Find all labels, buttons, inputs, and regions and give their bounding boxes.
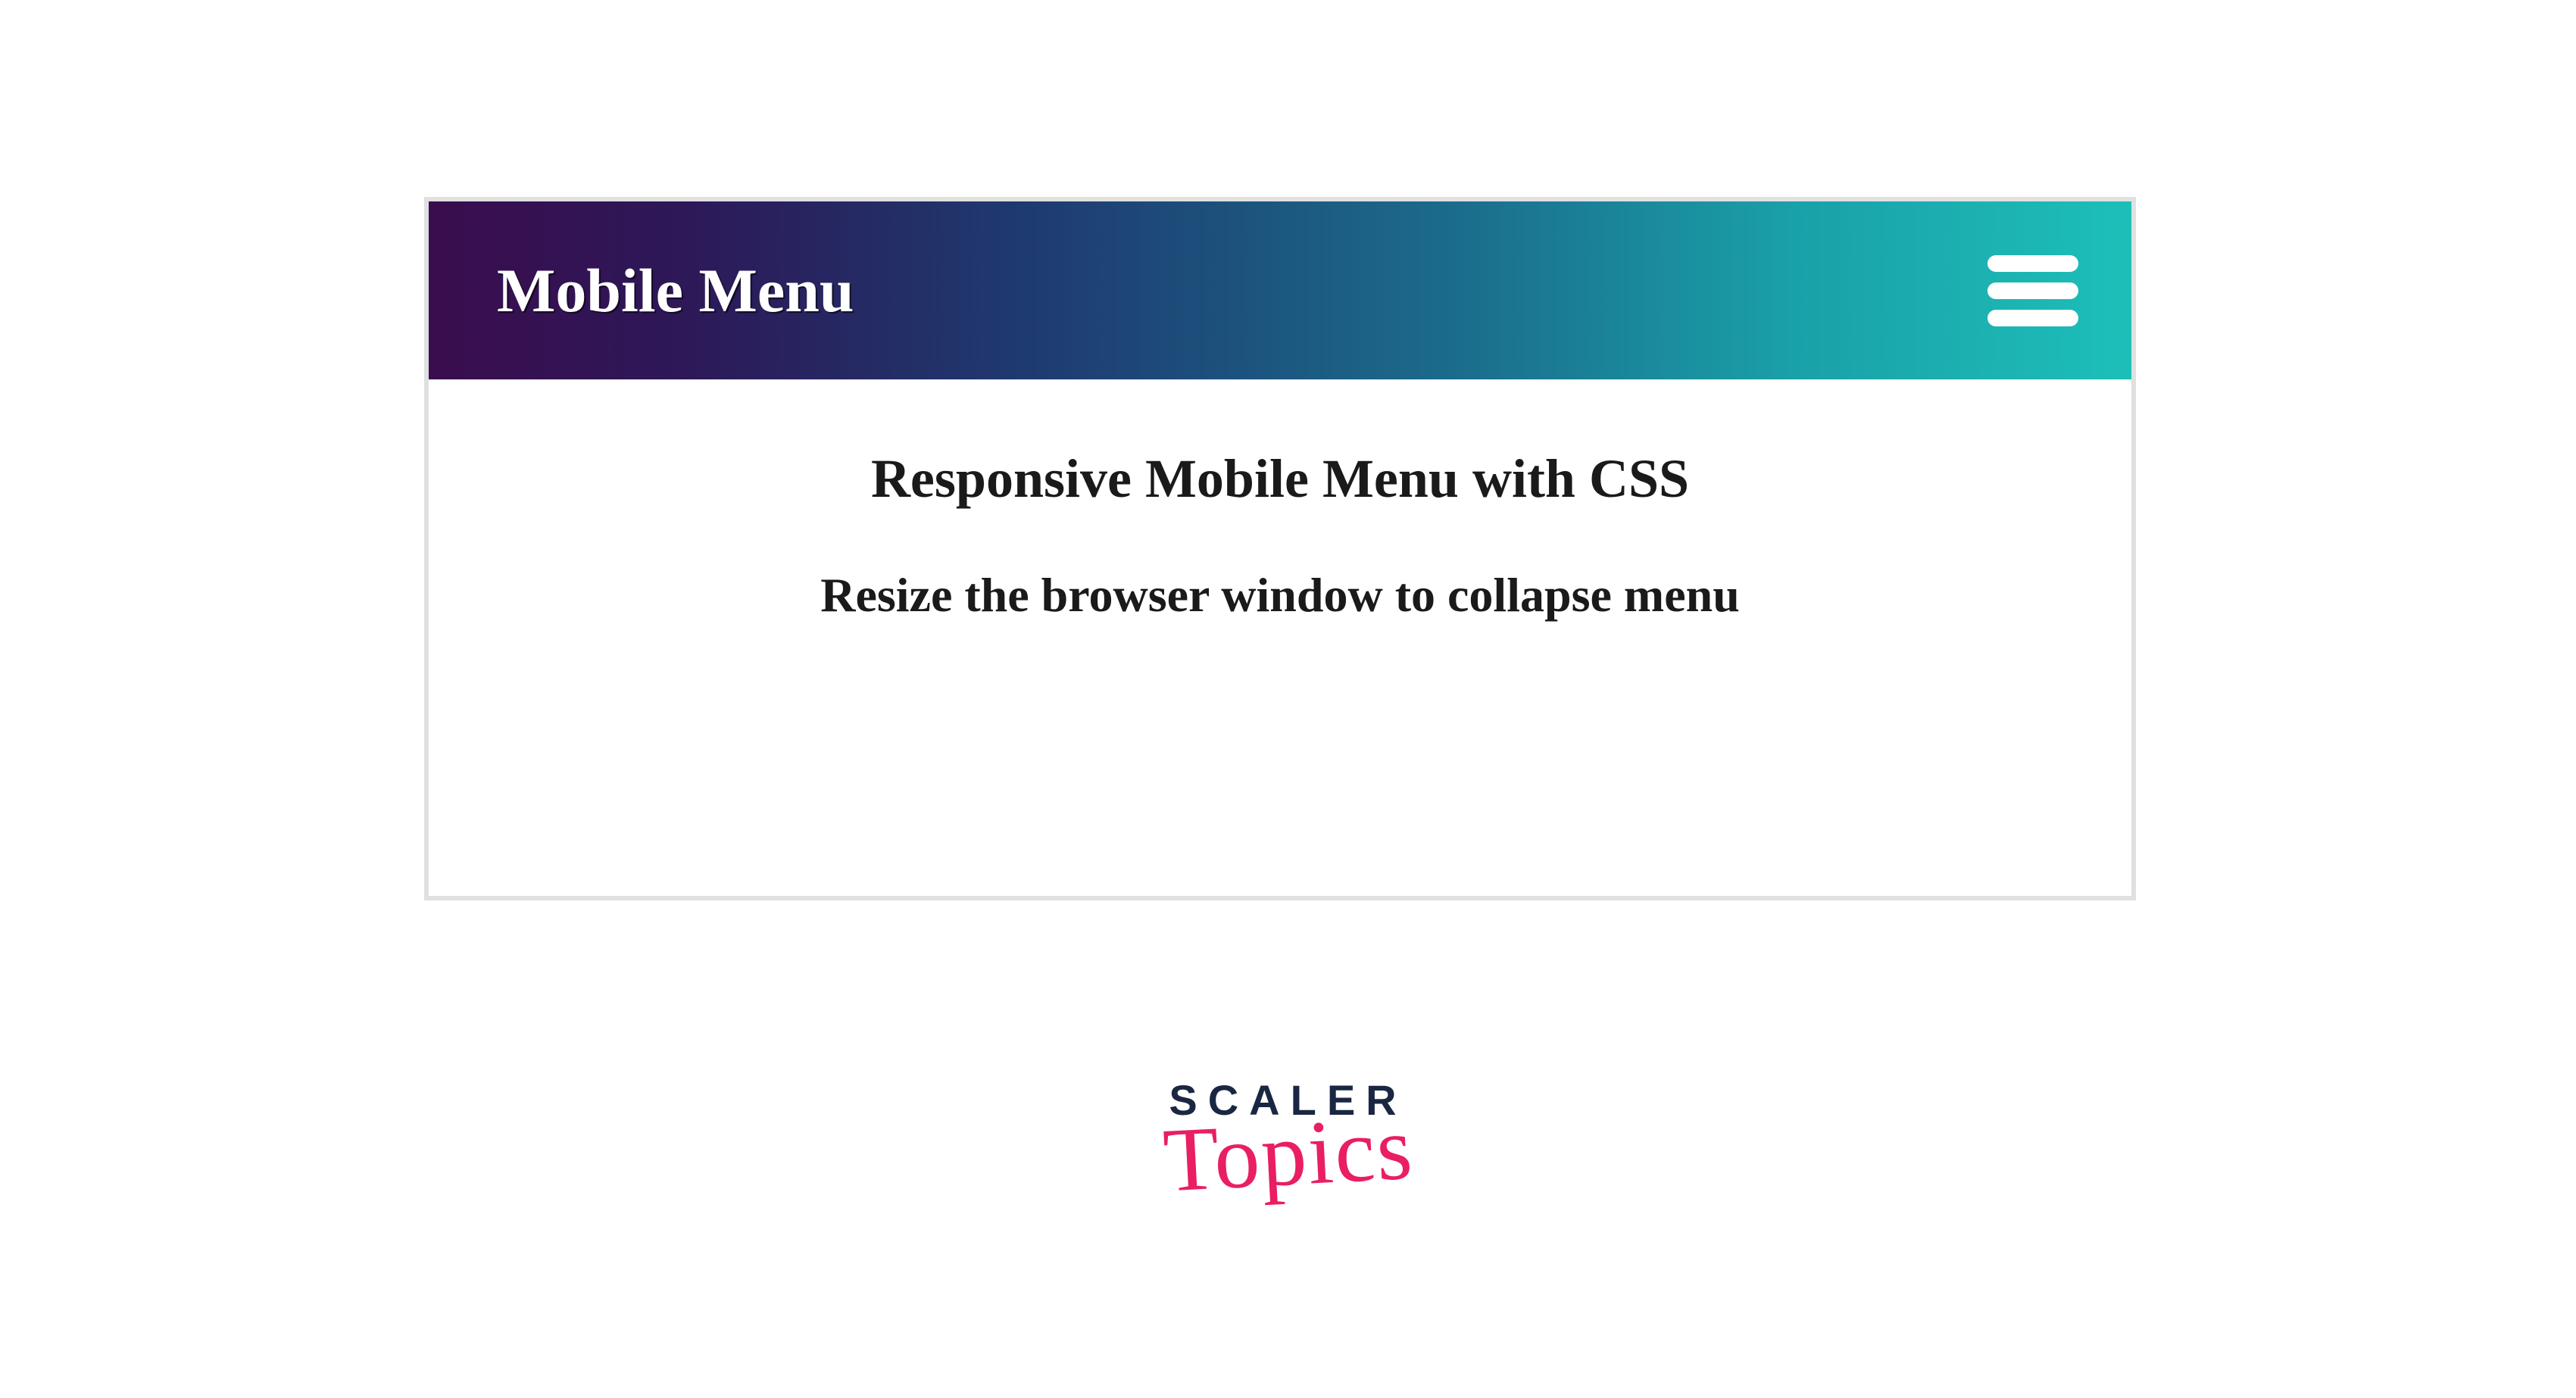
demo-container: Mobile Menu Responsive Mobile Menu with … xyxy=(424,197,2136,900)
hamburger-icon xyxy=(1987,310,2078,326)
scaler-topics-logo: SCALER Topics xyxy=(1163,1075,1413,1206)
content-area: Responsive Mobile Menu with CSS Resize t… xyxy=(429,379,2131,896)
navbar: Mobile Menu xyxy=(429,201,2131,379)
logo-text-topics: Topics xyxy=(1160,1095,1416,1212)
navbar-brand: Mobile Menu xyxy=(497,255,854,326)
hamburger-icon xyxy=(1987,255,2078,272)
hamburger-menu-button[interactable] xyxy=(1987,255,2078,326)
hamburger-icon xyxy=(1987,282,2078,299)
content-subheading: Resize the browser window to collapse me… xyxy=(459,567,2101,623)
content-heading: Responsive Mobile Menu with CSS xyxy=(459,448,2101,510)
